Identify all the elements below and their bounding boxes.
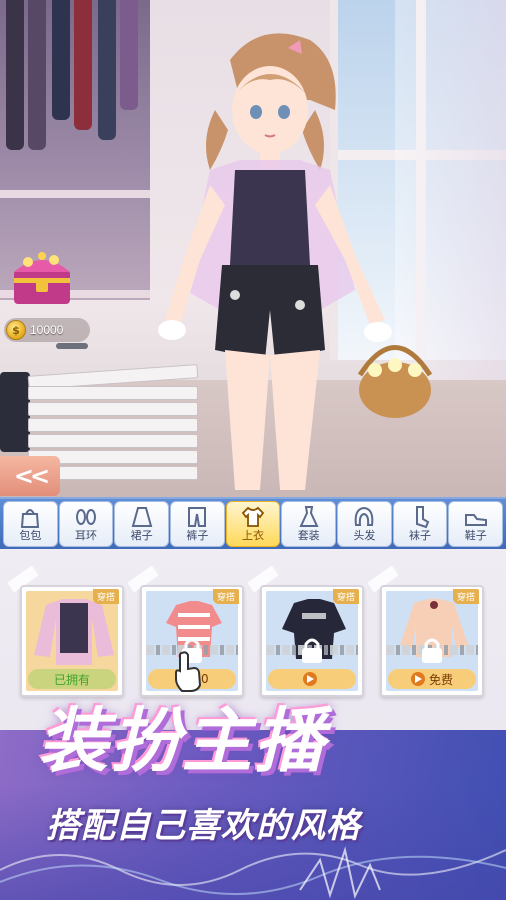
category-label: 袜子 — [409, 529, 432, 542]
category-top[interactable]: 上衣 — [225, 501, 281, 547]
category-bag[interactable]: 包包 — [3, 501, 58, 547]
item-tag: 穿搭 — [452, 589, 479, 604]
category-shoes[interactable]: 鞋子 — [448, 501, 504, 547]
item-card-4[interactable]: 穿搭 免费 — [380, 585, 484, 697]
coin-progress-bar — [56, 343, 88, 349]
category-socks[interactable]: 袜子 — [392, 501, 448, 547]
category-label: 鞋子 — [464, 529, 487, 542]
category-bar: 包包 耳环 裙子 裤子 上衣 套装 头发 袜子 鞋子 — [0, 497, 506, 549]
earring-icon — [76, 509, 96, 525]
item-tag: 穿搭 — [92, 589, 119, 604]
pants-icon — [188, 507, 207, 527]
item-card-3[interactable]: 穿搭 — [260, 585, 364, 697]
category-pants[interactable]: 裤子 — [170, 501, 225, 547]
category-label: 套装 — [297, 529, 320, 542]
promo-subtitle: 搭配自己喜欢的风格 — [46, 806, 361, 846]
category-dress[interactable]: 套装 — [281, 501, 337, 547]
coin-icon: $ — [6, 320, 26, 340]
shoe-icon — [464, 514, 487, 526]
promo-banner: 装扮主播 搭配自己喜欢的风格 — [0, 685, 506, 900]
dressing-room-scene: $ 10000 << — [0, 0, 506, 500]
item-card-2[interactable]: 穿搭 00 — [140, 585, 244, 697]
coin-amount: 10000 — [30, 323, 64, 337]
treasure-chest-icon[interactable] — [8, 248, 76, 310]
category-skirt[interactable]: 裙子 — [114, 501, 170, 547]
item-tag: 穿搭 — [212, 589, 239, 604]
top-icon — [241, 506, 265, 527]
avatar-character — [158, 33, 433, 490]
skirt-icon — [131, 507, 152, 527]
lock-icon — [302, 638, 322, 663]
item-tag: 穿搭 — [332, 589, 359, 604]
hair-icon — [355, 506, 374, 526]
garment-image — [34, 599, 114, 665]
category-label: 裤子 — [186, 529, 209, 542]
item-card-1[interactable]: 穿搭 已拥有 — [20, 585, 124, 697]
play-video-icon — [303, 672, 317, 686]
category-label: 上衣 — [242, 529, 265, 542]
category-label: 耳环 — [75, 529, 97, 542]
bag-icon — [21, 509, 40, 528]
promo-title: 装扮主播 — [38, 700, 326, 782]
back-button[interactable]: << — [0, 456, 60, 496]
lock-icon — [422, 638, 442, 663]
stool — [0, 372, 30, 452]
category-label: 包包 — [19, 529, 42, 542]
play-video-icon — [410, 672, 425, 686]
coin-counter: $ 10000 — [4, 318, 90, 342]
sock-icon — [416, 506, 430, 529]
category-label: 裙子 — [130, 529, 153, 542]
category-hair[interactable]: 头发 — [337, 501, 392, 547]
category-label: 头发 — [353, 529, 376, 542]
category-earring[interactable]: 耳环 — [58, 501, 114, 547]
dress-icon — [299, 506, 319, 527]
